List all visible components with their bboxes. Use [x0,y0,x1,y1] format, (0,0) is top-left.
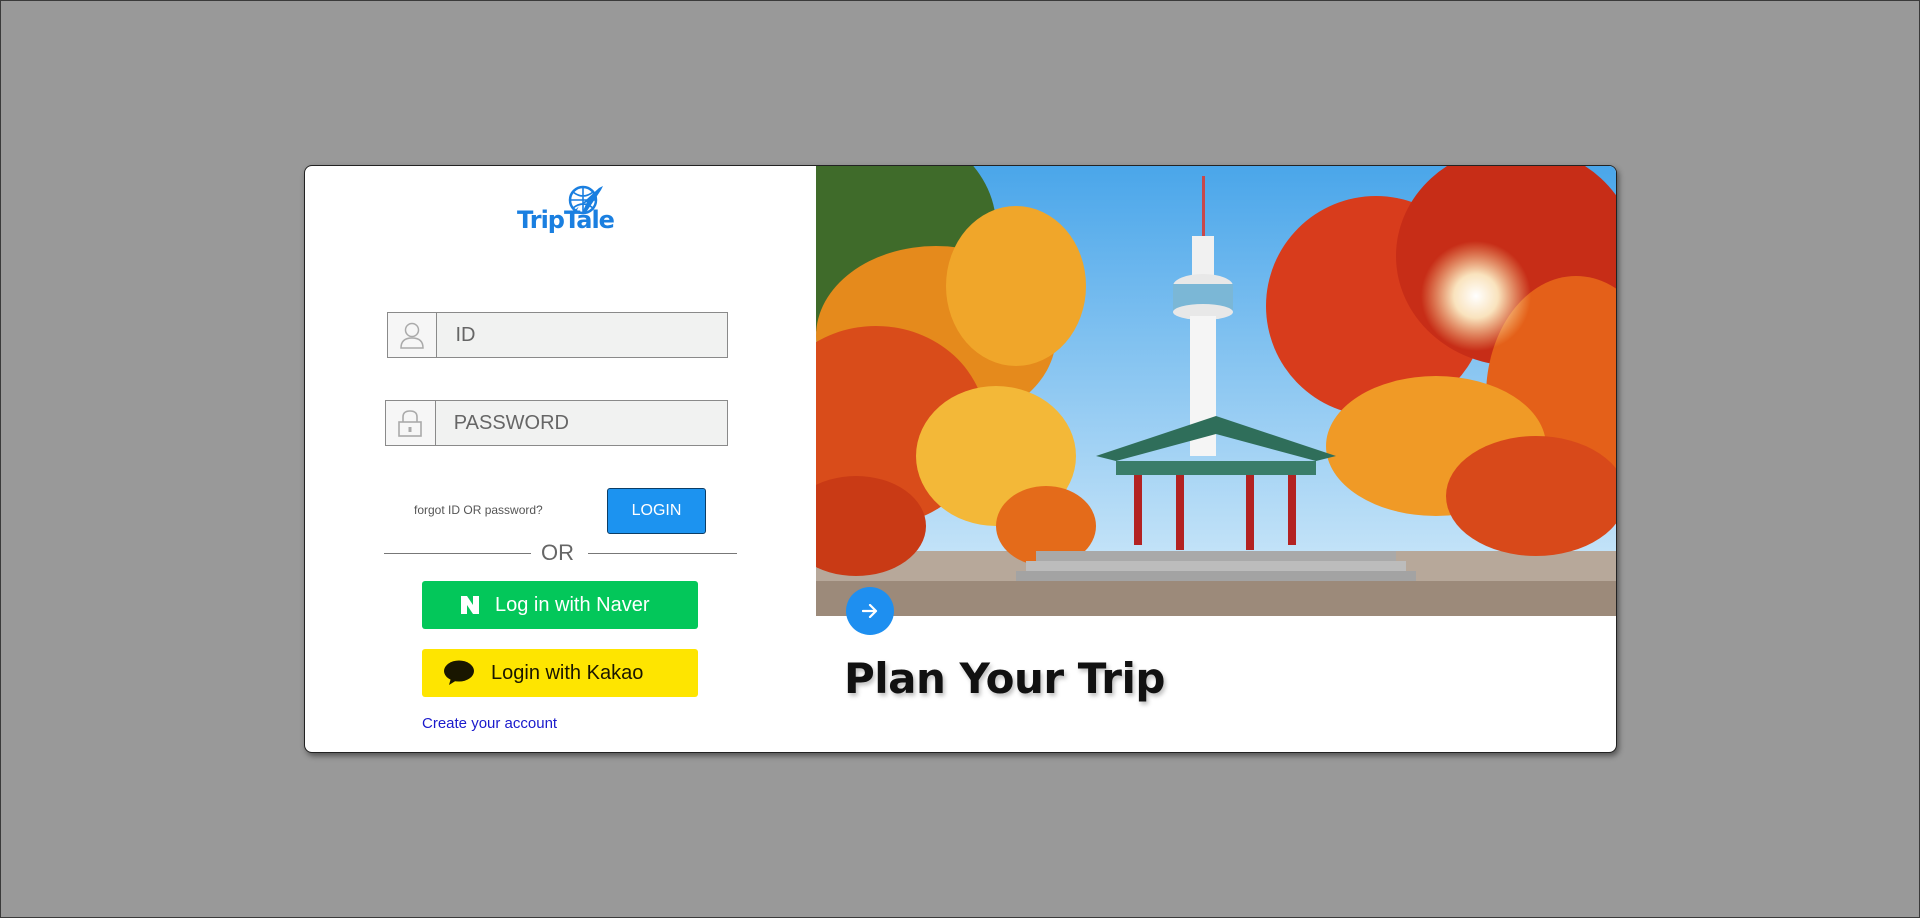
user-icon [388,313,438,357]
login-panel: TripTale forgot ID OR password? LOGI [305,166,816,752]
arrow-right-icon [862,604,878,618]
naver-n-icon [458,596,482,614]
kakao-login-label: Login with Kakao [491,661,644,684]
hero-headline: Plan Your Trip [844,654,1165,703]
create-account-link[interactable]: Create your account [422,715,557,732]
login-card: TripTale forgot ID OR password? LOGI [304,165,1617,753]
divider-right [588,553,737,554]
hero-image [816,166,1616,616]
forgot-credentials-link[interactable]: forgot ID OR password? [414,503,543,517]
id-field[interactable] [387,312,728,358]
next-arrow-button[interactable] [846,587,894,635]
id-input[interactable] [437,313,727,357]
naver-login-button[interactable]: Log in with Naver [422,581,698,629]
lock-icon [386,401,436,445]
login-button[interactable]: LOGIN [607,488,706,534]
kakao-login-button[interactable]: Login with Kakao [422,649,698,697]
divider-left [384,553,531,554]
password-field[interactable] [385,400,728,446]
brand-name: TripTale [517,206,615,234]
naver-login-label: Log in with Naver [495,593,650,616]
password-input[interactable] [435,401,727,445]
hero-panel: Plan Your Trip [816,166,1616,752]
kakao-speech-bubble-icon [442,660,476,686]
or-divider-text: OR [541,540,574,565]
